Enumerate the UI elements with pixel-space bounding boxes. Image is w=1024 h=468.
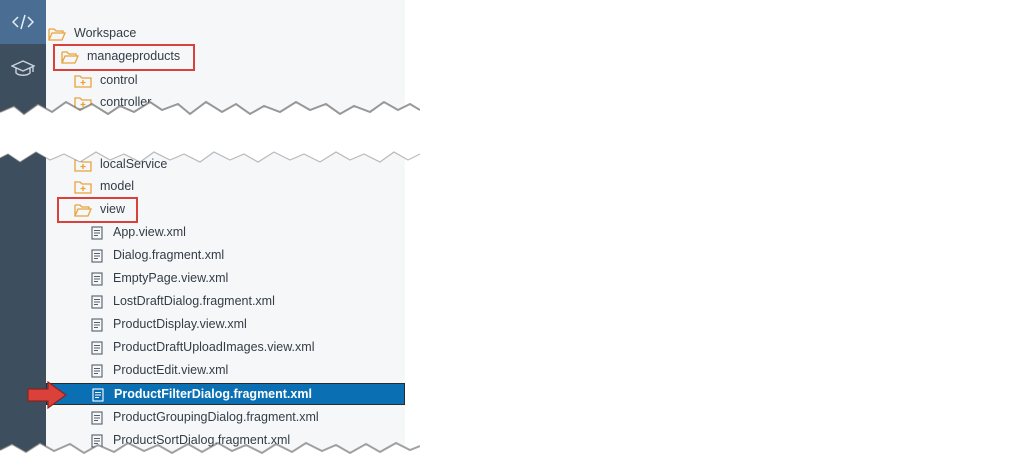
tree-item-label: LostDraftDialog.fragment.xml — [113, 294, 275, 308]
tree-item-label: App.view.xml — [113, 225, 186, 239]
file-icon — [91, 272, 103, 289]
tree-item-label: ProductGroupingDialog.fragment.xml — [113, 410, 319, 424]
folder-icon — [74, 74, 92, 91]
highlight-box-manageproducts — [53, 44, 195, 71]
file-icon — [91, 226, 103, 243]
torn-edge-footer — [0, 441, 420, 468]
folder-open-icon — [48, 27, 66, 44]
file-icon — [91, 318, 103, 335]
file-tree-item[interactable]: ProductDraftUploadImages.view.xml — [46, 337, 405, 359]
file-tree-item[interactable]: ProductGroupingDialog.fragment.xml — [46, 407, 405, 429]
tree-item-label: ProductDisplay.view.xml — [113, 317, 247, 331]
file-tree-item[interactable]: ProductEdit.view.xml — [46, 360, 405, 382]
code-editor-button[interactable] — [0, 0, 46, 44]
torn-edge-bottom — [0, 144, 420, 163]
folder-icon — [74, 180, 92, 197]
file-tree-item[interactable]: App.view.xml — [46, 222, 405, 244]
file-tree-item[interactable]: ProductDisplay.view.xml — [46, 314, 405, 336]
tree-item-label: ProductEdit.view.xml — [113, 363, 229, 377]
folder-tree-item[interactable]: Workspace — [46, 23, 405, 45]
tree-item-label: Workspace — [74, 26, 137, 40]
graduation-cap-icon — [11, 60, 35, 76]
tree-item-label: EmptyPage.view.xml — [113, 271, 229, 285]
tree-item-label: model — [100, 179, 135, 193]
tree-item-label: ProductFilterDialog.fragment.xml — [114, 387, 312, 401]
file-tree-item[interactable]: LostDraftDialog.fragment.xml — [46, 291, 405, 313]
tree-item-label: ProductDraftUploadImages.view.xml — [113, 340, 315, 354]
folder-tree-item[interactable]: model — [46, 176, 405, 198]
code-icon — [12, 14, 34, 30]
highlight-box-view — [57, 197, 138, 223]
file-icon — [91, 249, 103, 266]
file-icon — [91, 411, 103, 428]
torn-edge-top — [0, 100, 420, 130]
learning-center-button[interactable] — [0, 47, 46, 91]
file-tree-item[interactable]: Dialog.fragment.xml — [46, 245, 405, 267]
tree-item-label: Dialog.fragment.xml — [113, 248, 225, 262]
pointer-arrow-icon — [27, 380, 68, 410]
file-icon — [92, 388, 104, 405]
file-tree-item[interactable]: ProductFilterDialog.fragment.xml — [46, 383, 405, 405]
file-icon — [91, 364, 103, 381]
file-icon — [91, 295, 103, 312]
file-icon — [91, 341, 103, 358]
tree-item-label: control — [100, 73, 138, 87]
folder-tree-item[interactable]: control — [46, 70, 405, 92]
file-tree-item[interactable]: EmptyPage.view.xml — [46, 268, 405, 290]
